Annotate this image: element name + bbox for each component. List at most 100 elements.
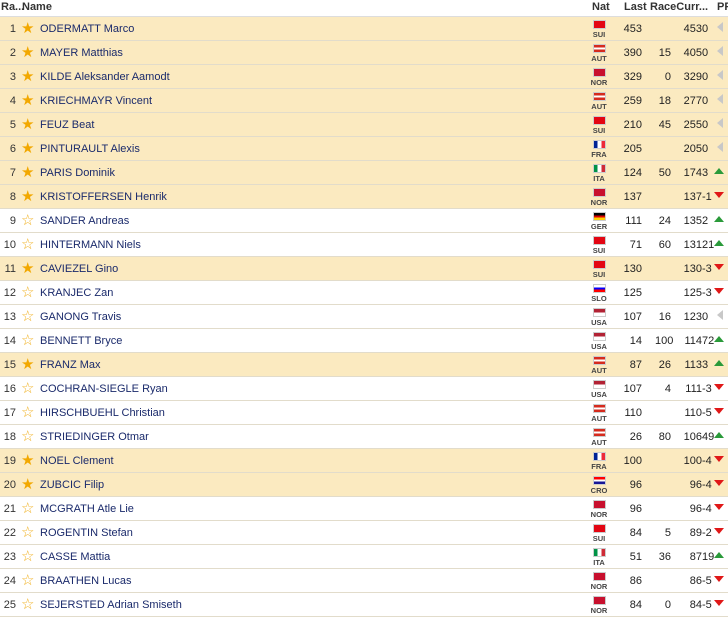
table-row[interactable]: 16 ☆ COCHRAN-SIEGLE Ryan USA 107 4 111 -3	[0, 377, 728, 401]
last-points: 259	[623, 95, 642, 107]
table-row[interactable]: 15 ★ FRANZ Max AUT 87 26 113 3	[0, 353, 728, 377]
table-row[interactable]: 24 ☆ BRAATHEN Lucas NOR 86 86 -5	[0, 569, 728, 593]
favorite-star-icon[interactable]: ★	[21, 139, 34, 157]
favorite-star-icon[interactable]: ★	[21, 67, 34, 85]
table-row[interactable]: 8 ★ KRISTOFFERSEN Henrik NOR 137 137 -1	[0, 185, 728, 209]
table-row[interactable]: 20 ★ ZUBCIC Filip CRO 96 96 -4	[0, 473, 728, 497]
athlete-name[interactable]: HINTERMANN Niels	[40, 239, 141, 251]
table-row[interactable]: 13 ☆ GANONG Travis USA 107 16 123 0	[0, 305, 728, 329]
table-row[interactable]: 18 ☆ STRIEDINGER Otmar AUT 26 80 106 49	[0, 425, 728, 449]
athlete-name[interactable]: ODERMATT Marco	[40, 23, 134, 35]
favorite-star-icon[interactable]: ★	[21, 259, 34, 277]
favorite-star-icon[interactable]: ☆	[21, 211, 34, 229]
athlete-name[interactable]: COCHRAN-SIEGLE Ryan	[40, 383, 168, 395]
current-points: 329	[683, 71, 702, 83]
rank-column-header[interactable]: Ra...	[1, 1, 24, 13]
table-row[interactable]: 6 ★ PINTURAULT Alexis FRA 205 205 0	[0, 137, 728, 161]
table-row[interactable]: 1 ★ ODERMATT Marco SUI 453 453 0	[0, 17, 728, 41]
table-row[interactable]: 7 ★ PARIS Dominik ITA 124 50 174 3	[0, 161, 728, 185]
athlete-name[interactable]: CAVIEZEL Gino	[40, 263, 118, 275]
favorite-star-icon[interactable]: ★	[21, 355, 34, 373]
rank-cell: 6	[9, 143, 16, 155]
favorite-star-icon[interactable]: ☆	[21, 571, 34, 589]
current-points: 87	[689, 551, 702, 563]
athlete-name[interactable]: NOEL Clement	[40, 455, 114, 467]
favorite-star-icon[interactable]: ☆	[21, 331, 34, 349]
athlete-name[interactable]: GANONG Travis	[40, 311, 121, 323]
athlete-name[interactable]: MCGRATH Atle Lie	[40, 503, 134, 515]
nation-code: AUT	[591, 54, 607, 63]
table-row[interactable]: 3 ★ KILDE Aleksander Aamodt NOR 329 0 329 0	[0, 65, 728, 89]
austrian-flag-icon	[593, 356, 606, 365]
favorite-star-icon[interactable]: ☆	[21, 379, 34, 397]
favorite-star-icon[interactable]: ☆	[21, 307, 34, 325]
favorite-star-icon[interactable]: ☆	[21, 523, 34, 541]
table-row[interactable]: 11 ★ CAVIEZEL Gino SUI 130 130 -3	[0, 257, 728, 281]
table-row[interactable]: 21 ☆ MCGRATH Atle Lie NOR 96 96 -4	[0, 497, 728, 521]
last-points: 125	[623, 287, 642, 299]
norwegian-flag-icon	[593, 572, 606, 581]
table-row[interactable]: 5 ★ FEUZ Beat SUI 210 45 255 0	[0, 113, 728, 137]
athlete-name[interactable]: FRANZ Max	[40, 359, 101, 371]
table-row[interactable]: 4 ★ KRIECHMAYR Vincent AUT 259 18 277 0	[0, 89, 728, 113]
athlete-name[interactable]: BENNETT Bryce	[40, 335, 122, 347]
race-points: 50	[658, 167, 671, 179]
last-points: 100	[623, 455, 642, 467]
favorite-star-icon[interactable]: ★	[21, 43, 34, 61]
athlete-name[interactable]: MAYER Matthias	[40, 47, 123, 59]
rank-cell: 1	[9, 23, 16, 35]
table-row[interactable]: 14 ☆ BENNETT Bryce USA 14 100 114 72	[0, 329, 728, 353]
croatian-flag-icon	[593, 476, 606, 485]
table-row[interactable]: 2 ★ MAYER Matthias AUT 390 15 405 0	[0, 41, 728, 65]
favorite-star-icon[interactable]: ☆	[21, 283, 34, 301]
favorite-star-icon[interactable]: ☆	[21, 427, 34, 445]
table-row[interactable]: 23 ☆ CASSE Mattia ITA 51 36 87 19	[0, 545, 728, 569]
athlete-name[interactable]: SANDER Andreas	[40, 215, 129, 227]
pf-column-header[interactable]: PF	[717, 1, 728, 13]
athlete-name[interactable]: SEJERSTED Adrian Smiseth	[40, 599, 182, 611]
athlete-name[interactable]: PARIS Dominik	[40, 167, 115, 179]
favorite-star-icon[interactable]: ☆	[21, 235, 34, 253]
athlete-name[interactable]: STRIEDINGER Otmar	[40, 431, 149, 443]
favorite-star-icon[interactable]: ★	[21, 475, 34, 493]
race-points: 15	[658, 47, 671, 59]
rank-cell: 2	[9, 47, 16, 59]
favorite-star-icon[interactable]: ☆	[21, 499, 34, 517]
table-row[interactable]: 17 ☆ HIRSCHBUEHL Christian AUT 110 110 -5	[0, 401, 728, 425]
nation-code: CRO	[590, 486, 608, 495]
table-row[interactable]: 12 ☆ KRANJEC Zan SLO 125 125 -3	[0, 281, 728, 305]
table-row[interactable]: 10 ☆ HINTERMANN Niels SUI 71 60 131 21	[0, 233, 728, 257]
athlete-name[interactable]: ZUBCIC Filip	[40, 479, 104, 491]
athlete-name[interactable]: KRANJEC Zan	[40, 287, 113, 299]
athlete-name[interactable]: HIRSCHBUEHL Christian	[40, 407, 165, 419]
trend-same-icon	[717, 46, 723, 56]
table-row[interactable]: 19 ★ NOEL Clement FRA 100 100 -4	[0, 449, 728, 473]
favorite-star-icon[interactable]: ★	[21, 451, 34, 469]
last-points: 329	[623, 71, 642, 83]
favorite-star-icon[interactable]: ★	[21, 163, 34, 181]
rank-cell: 11	[4, 263, 16, 275]
table-row[interactable]: 22 ☆ ROGENTIN Stefan SUI 84 5 89 -2	[0, 521, 728, 545]
racecurr-column-header[interactable]: RaceCurr...	[650, 1, 708, 13]
race-points: 0	[664, 599, 671, 611]
favorite-star-icon[interactable]: ★	[21, 187, 34, 205]
favorite-star-icon[interactable]: ★	[21, 19, 34, 37]
favorite-star-icon[interactable]: ★	[21, 91, 34, 109]
favorite-star-icon[interactable]: ☆	[21, 403, 34, 421]
athlete-name[interactable]: KRIECHMAYR Vincent	[40, 95, 152, 107]
athlete-name[interactable]: KRISTOFFERSEN Henrik	[40, 191, 167, 203]
athlete-name[interactable]: FEUZ Beat	[40, 119, 94, 131]
athlete-name[interactable]: ROGENTIN Stefan	[40, 527, 133, 539]
favorite-star-icon[interactable]: ☆	[21, 547, 34, 565]
nat-column-header[interactable]: Nat	[592, 1, 610, 13]
table-row[interactable]: 9 ☆ SANDER Andreas GER 111 24 135 2	[0, 209, 728, 233]
favorite-star-icon[interactable]: ★	[21, 115, 34, 133]
athlete-name[interactable]: PINTURAULT Alexis	[40, 143, 140, 155]
favorite-star-icon[interactable]: ☆	[21, 595, 34, 613]
name-column-header[interactable]: Name	[22, 1, 52, 13]
table-row[interactable]: 25 ☆ SEJERSTED Adrian Smiseth NOR 84 0 84 -5	[0, 593, 728, 617]
last-column-header[interactable]: Last	[624, 1, 647, 13]
athlete-name[interactable]: CASSE Mattia	[40, 551, 110, 563]
athlete-name[interactable]: KILDE Aleksander Aamodt	[40, 71, 170, 83]
athlete-name[interactable]: BRAATHEN Lucas	[40, 575, 132, 587]
